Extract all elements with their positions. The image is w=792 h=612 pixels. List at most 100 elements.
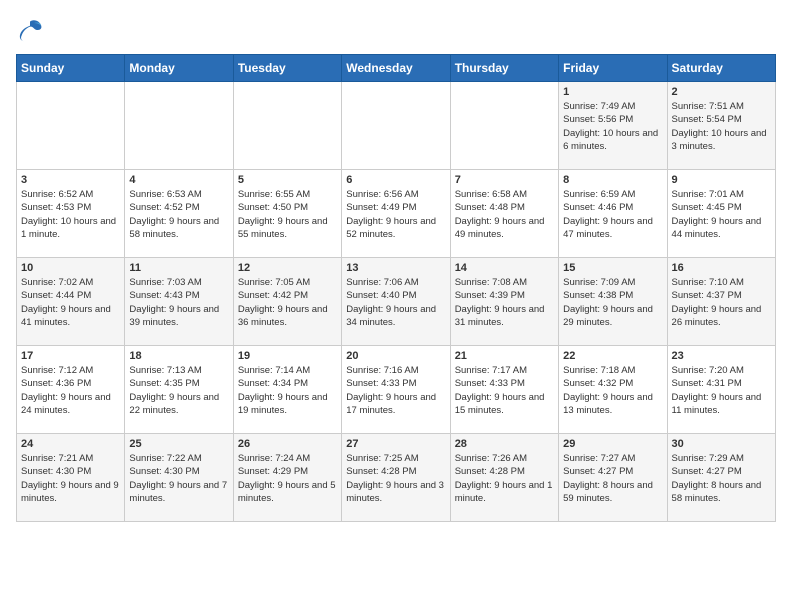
day-number: 10 xyxy=(21,262,120,274)
day-info: Sunrise: 7:21 AM Sunset: 4:30 PM Dayligh… xyxy=(21,452,120,505)
page-header xyxy=(16,16,776,44)
calendar-cell: 22 Sunrise: 7:18 AM Sunset: 4:32 PM Dayli… xyxy=(559,346,667,434)
day-info: Sunrise: 7:10 AM Sunset: 4:37 PM Dayligh… xyxy=(672,276,771,329)
day-info: Sunrise: 7:24 AM Sunset: 4:29 PM Dayligh… xyxy=(238,452,337,505)
day-number: 26 xyxy=(238,438,337,450)
calendar-cell: 18Sunrise: 7:13 AM Sunset: 4:35 PM Dayli… xyxy=(125,346,233,434)
day-info: Sunrise: 7:17 AM Sunset: 4:33 PM Dayligh… xyxy=(455,364,554,417)
calendar-cell: 3 Sunrise: 6:52 AM Sunset: 4:53 PM Daylig… xyxy=(17,170,125,258)
calendar-cell: 4 Sunrise: 6:53 AM Sunset: 4:52 PM Daylig… xyxy=(125,170,233,258)
calendar-cell: 5 Sunrise: 6:55 AM Sunset: 4:50 PM Daylig… xyxy=(233,170,341,258)
day-info: Sunrise: 7:09 AM Sunset: 4:38 PM Dayligh… xyxy=(563,276,662,329)
calendar-header-row: SundayMondayTuesdayWednesdayThursdayFrid… xyxy=(17,55,776,82)
calendar-cell xyxy=(17,82,125,170)
calendar-cell: 12 Sunrise: 7:05 AM Sunset: 4:42 PM Dayli… xyxy=(233,258,341,346)
day-info: Sunrise: 6:55 AM Sunset: 4:50 PM Dayligh… xyxy=(238,188,337,241)
day-number: 28 xyxy=(455,438,554,450)
day-number: 22 xyxy=(563,350,662,362)
calendar-cell: 30 Sunrise: 7:29 AM Sunset: 4:27 PM Dayli… xyxy=(667,434,775,522)
calendar-week-2: 3 Sunrise: 6:52 AM Sunset: 4:53 PM Daylig… xyxy=(17,170,776,258)
calendar-cell: 16 Sunrise: 7:10 AM Sunset: 4:37 PM Dayli… xyxy=(667,258,775,346)
day-info: Sunrise: 7:51 AM Sunset: 5:54 PM Dayligh… xyxy=(672,100,771,153)
calendar-week-4: 17 Sunrise: 7:12 AM Sunset: 4:36 PM Dayli… xyxy=(17,346,776,434)
day-number: 29 xyxy=(563,438,662,450)
day-number: 13 xyxy=(346,262,445,274)
day-number: 21 xyxy=(455,350,554,362)
calendar-cell: 10 Sunrise: 7:02 AM Sunset: 4:44 PM Dayli… xyxy=(17,258,125,346)
day-number: 2 xyxy=(672,86,771,98)
day-number: 11 xyxy=(129,262,228,274)
day-info: Sunrise: 6:53 AM Sunset: 4:52 PM Dayligh… xyxy=(129,188,228,241)
calendar-cell: 7 Sunrise: 6:58 AM Sunset: 4:48 PM Daylig… xyxy=(450,170,558,258)
weekday-header-saturday: Saturday xyxy=(667,55,775,82)
day-info: Sunrise: 6:56 AM Sunset: 4:49 PM Dayligh… xyxy=(346,188,445,241)
calendar-cell: 13 Sunrise: 7:06 AM Sunset: 4:40 PM Dayli… xyxy=(342,258,450,346)
calendar-week-5: 24Sunrise: 7:21 AM Sunset: 4:30 PM Dayli… xyxy=(17,434,776,522)
day-number: 4 xyxy=(129,174,228,186)
day-number: 8 xyxy=(563,174,662,186)
day-info: Sunrise: 7:16 AM Sunset: 4:33 PM Dayligh… xyxy=(346,364,445,417)
day-info: Sunrise: 7:18 AM Sunset: 4:32 PM Dayligh… xyxy=(563,364,662,417)
weekday-header-sunday: Sunday xyxy=(17,55,125,82)
day-number: 7 xyxy=(455,174,554,186)
weekday-header-thursday: Thursday xyxy=(450,55,558,82)
day-number: 30 xyxy=(672,438,771,450)
calendar-cell xyxy=(233,82,341,170)
day-number: 9 xyxy=(672,174,771,186)
calendar-cell: 24Sunrise: 7:21 AM Sunset: 4:30 PM Dayli… xyxy=(17,434,125,522)
day-number: 16 xyxy=(672,262,771,274)
weekday-header-monday: Monday xyxy=(125,55,233,82)
calendar-cell: 29Sunrise: 7:27 AM Sunset: 4:27 PM Dayli… xyxy=(559,434,667,522)
day-info: Sunrise: 7:02 AM Sunset: 4:44 PM Dayligh… xyxy=(21,276,120,329)
day-info: Sunrise: 6:58 AM Sunset: 4:48 PM Dayligh… xyxy=(455,188,554,241)
day-number: 23 xyxy=(672,350,771,362)
calendar-cell: 25Sunrise: 7:22 AM Sunset: 4:30 PM Dayli… xyxy=(125,434,233,522)
day-info: Sunrise: 7:06 AM Sunset: 4:40 PM Dayligh… xyxy=(346,276,445,329)
day-number: 12 xyxy=(238,262,337,274)
calendar-cell: 1 Sunrise: 7:49 AM Sunset: 5:56 PM Daylig… xyxy=(559,82,667,170)
calendar-cell: 11 Sunrise: 7:03 AM Sunset: 4:43 PM Dayli… xyxy=(125,258,233,346)
calendar-cell: 2 Sunrise: 7:51 AM Sunset: 5:54 PM Daylig… xyxy=(667,82,775,170)
day-info: Sunrise: 7:26 AM Sunset: 4:28 PM Dayligh… xyxy=(455,452,554,505)
day-info: Sunrise: 7:22 AM Sunset: 4:30 PM Dayligh… xyxy=(129,452,228,505)
calendar-cell: 14 Sunrise: 7:08 AM Sunset: 4:39 PM Dayli… xyxy=(450,258,558,346)
day-number: 3 xyxy=(21,174,120,186)
day-info: Sunrise: 7:13 AM Sunset: 4:35 PM Dayligh… xyxy=(129,364,228,417)
calendar-cell: 17 Sunrise: 7:12 AM Sunset: 4:36 PM Dayli… xyxy=(17,346,125,434)
logo xyxy=(16,16,50,44)
calendar-cell: 6Sunrise: 6:56 AM Sunset: 4:49 PM Daylig… xyxy=(342,170,450,258)
day-number: 14 xyxy=(455,262,554,274)
day-info: Sunrise: 7:03 AM Sunset: 4:43 PM Dayligh… xyxy=(129,276,228,329)
calendar-week-1: 1 Sunrise: 7:49 AM Sunset: 5:56 PM Daylig… xyxy=(17,82,776,170)
day-info: Sunrise: 7:08 AM Sunset: 4:39 PM Dayligh… xyxy=(455,276,554,329)
day-number: 1 xyxy=(563,86,662,98)
calendar-cell: 19 Sunrise: 7:14 AM Sunset: 4:34 PM Dayli… xyxy=(233,346,341,434)
day-info: Sunrise: 7:12 AM Sunset: 4:36 PM Dayligh… xyxy=(21,364,120,417)
calendar-week-3: 10 Sunrise: 7:02 AM Sunset: 4:44 PM Dayli… xyxy=(17,258,776,346)
logo-bird-icon xyxy=(16,16,44,44)
day-number: 27 xyxy=(346,438,445,450)
calendar-cell: 9Sunrise: 7:01 AM Sunset: 4:45 PM Daylig… xyxy=(667,170,775,258)
weekday-header-tuesday: Tuesday xyxy=(233,55,341,82)
day-number: 19 xyxy=(238,350,337,362)
calendar-cell: 20Sunrise: 7:16 AM Sunset: 4:33 PM Dayli… xyxy=(342,346,450,434)
calendar-cell xyxy=(125,82,233,170)
calendar-cell: 15 Sunrise: 7:09 AM Sunset: 4:38 PM Dayli… xyxy=(559,258,667,346)
day-info: Sunrise: 6:59 AM Sunset: 4:46 PM Dayligh… xyxy=(563,188,662,241)
day-number: 5 xyxy=(238,174,337,186)
calendar-cell: 27 Sunrise: 7:25 AM Sunset: 4:28 PM Dayli… xyxy=(342,434,450,522)
weekday-header-friday: Friday xyxy=(559,55,667,82)
calendar-cell: 21 Sunrise: 7:17 AM Sunset: 4:33 PM Dayli… xyxy=(450,346,558,434)
calendar-cell xyxy=(450,82,558,170)
calendar-table: SundayMondayTuesdayWednesdayThursdayFrid… xyxy=(16,54,776,522)
weekday-header-wednesday: Wednesday xyxy=(342,55,450,82)
calendar-cell: 28 Sunrise: 7:26 AM Sunset: 4:28 PM Dayli… xyxy=(450,434,558,522)
day-info: Sunrise: 7:29 AM Sunset: 4:27 PM Dayligh… xyxy=(672,452,771,505)
day-info: Sunrise: 7:14 AM Sunset: 4:34 PM Dayligh… xyxy=(238,364,337,417)
day-info: Sunrise: 7:49 AM Sunset: 5:56 PM Dayligh… xyxy=(563,100,662,153)
day-info: Sunrise: 7:25 AM Sunset: 4:28 PM Dayligh… xyxy=(346,452,445,505)
day-number: 17 xyxy=(21,350,120,362)
day-number: 15 xyxy=(563,262,662,274)
day-info: Sunrise: 6:52 AM Sunset: 4:53 PM Dayligh… xyxy=(21,188,120,241)
day-info: Sunrise: 7:05 AM Sunset: 4:42 PM Dayligh… xyxy=(238,276,337,329)
